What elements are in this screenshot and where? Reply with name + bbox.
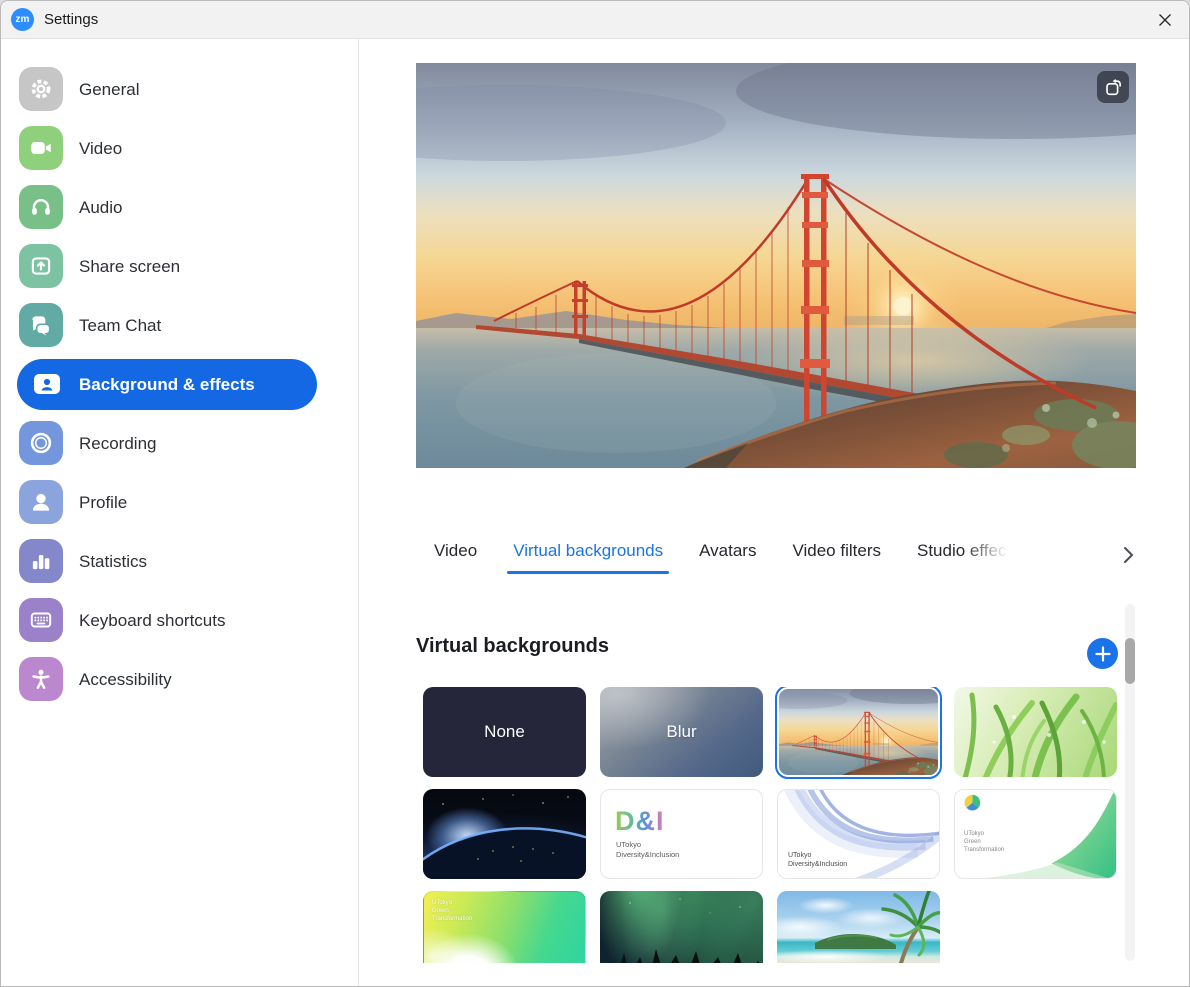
sidebar-item-label: Keyboard shortcuts (79, 611, 225, 631)
gx-label: UTokyo Green Transformation (964, 830, 1004, 854)
keyboard-icon (19, 598, 63, 642)
accessibility-icon (19, 657, 63, 701)
chevron-right-icon (1122, 546, 1134, 564)
grass-thumbnail (954, 687, 1117, 777)
di-org-label: UTokyo (616, 840, 641, 849)
close-icon (1157, 12, 1173, 28)
record-circle-icon (19, 421, 63, 465)
tab-video[interactable]: Video (434, 541, 477, 574)
close-button[interactable] (1141, 1, 1189, 39)
tab-video-filters[interactable]: Video filters (792, 541, 881, 574)
background-option-aurora[interactable] (600, 891, 763, 963)
sidebar-item-label: Background & effects (79, 375, 255, 395)
earth-thumbnail (423, 789, 586, 879)
sidebar-item-label: Audio (79, 198, 122, 218)
person-frame-icon (34, 374, 60, 394)
background-option-earth[interactable] (423, 789, 586, 879)
aurora-thumbnail (600, 891, 763, 963)
sidebar-item-label: Recording (79, 434, 157, 454)
di-logo: D&I (615, 806, 665, 837)
tab-studio-effects[interactable]: Studio effects (917, 541, 1020, 574)
background-option-utokyo-di-wave[interactable]: UTokyo Diversity&Inclusion (777, 789, 940, 879)
sidebar-item-general[interactable]: General (1, 60, 358, 119)
background-option-utokyo-gx-gradient[interactable]: UTokyo Green Transformation (423, 891, 586, 963)
sidebar-item-team-chat[interactable]: Team Chat (1, 296, 358, 355)
title-bar: zm Settings (1, 1, 1189, 39)
settings-window: zm Settings General (0, 0, 1190, 987)
section-title: Virtual backgrounds (416, 635, 609, 658)
share-screen-icon (19, 244, 63, 288)
golden-gate-thumbnail (779, 689, 938, 775)
sidebar-item-label: Share screen (79, 257, 180, 277)
backgrounds-scroll-area: None Blur (423, 687, 1136, 963)
sidebar-item-profile[interactable]: Profile (1, 473, 358, 532)
tabs-overflow-button[interactable] (1117, 545, 1139, 567)
gx-label: UTokyo Green Transformation (432, 899, 472, 923)
tab-virtual-backgrounds[interactable]: Virtual backgrounds (513, 541, 663, 574)
di-dept-label: Diversity&Inclusion (616, 850, 679, 859)
background-option-golden-gate[interactable] (777, 687, 940, 777)
background-option-blur[interactable]: Blur (600, 687, 763, 777)
headphones-icon (19, 185, 63, 229)
rotate-flip-icon (1102, 76, 1124, 98)
virtual-backgrounds-grid: None Blur (423, 687, 1136, 963)
scrollbar-track[interactable] (1125, 604, 1135, 961)
background-option-grass[interactable] (954, 687, 1117, 777)
wave-org-label: UTokyo (788, 852, 811, 859)
background-option-utokyo-gx-white[interactable]: UTokyo Green Transformation (954, 789, 1117, 879)
window-title: Settings (44, 11, 98, 28)
sidebar: General Video Audio (1, 39, 359, 986)
sidebar-item-label: Video (79, 139, 122, 159)
main-panel: Video Virtual backgrounds Avatars Video … (360, 39, 1189, 986)
person-icon (19, 480, 63, 524)
sidebar-item-label: Accessibility (79, 670, 172, 690)
sidebar-item-label: Team Chat (79, 316, 161, 336)
tab-avatars[interactable]: Avatars (699, 541, 756, 574)
plus-icon (1095, 646, 1111, 662)
golden-gate-preview-image (416, 63, 1136, 468)
tabs-bar: Video Virtual backgrounds Avatars Video … (434, 541, 1020, 574)
background-option-none[interactable]: None (423, 687, 586, 777)
sidebar-item-recording[interactable]: Recording (1, 414, 358, 473)
sidebar-item-label: Profile (79, 493, 127, 513)
sidebar-item-accessibility[interactable]: Accessibility (1, 650, 358, 709)
sidebar-item-background-effects[interactable]: Background & effects (1, 355, 358, 414)
scrollbar-thumb[interactable] (1125, 638, 1135, 684)
sidebar-item-label: General (79, 80, 139, 100)
background-preview (416, 63, 1136, 468)
beach-thumbnail (777, 891, 940, 963)
sidebar-item-statistics[interactable]: Statistics (1, 532, 358, 591)
mirror-video-button[interactable] (1097, 71, 1129, 103)
wave-dept-label: Diversity&Inclusion (788, 861, 847, 868)
background-option-beach[interactable] (777, 891, 940, 963)
background-option-utokyo-di-logo[interactable]: D&I UTokyo Diversity&Inclusion (600, 789, 763, 879)
zoom-logo-icon: zm (11, 8, 34, 31)
sidebar-item-keyboard-shortcuts[interactable]: Keyboard shortcuts (1, 591, 358, 650)
add-background-button[interactable] (1087, 638, 1118, 669)
sidebar-item-audio[interactable]: Audio (1, 178, 358, 237)
video-camera-icon (19, 126, 63, 170)
sidebar-item-label: Statistics (79, 552, 147, 572)
bar-chart-icon (19, 539, 63, 583)
chat-bubbles-icon (19, 303, 63, 347)
gear-icon (19, 67, 63, 111)
sidebar-item-share-screen[interactable]: Share screen (1, 237, 358, 296)
sidebar-item-video[interactable]: Video (1, 119, 358, 178)
